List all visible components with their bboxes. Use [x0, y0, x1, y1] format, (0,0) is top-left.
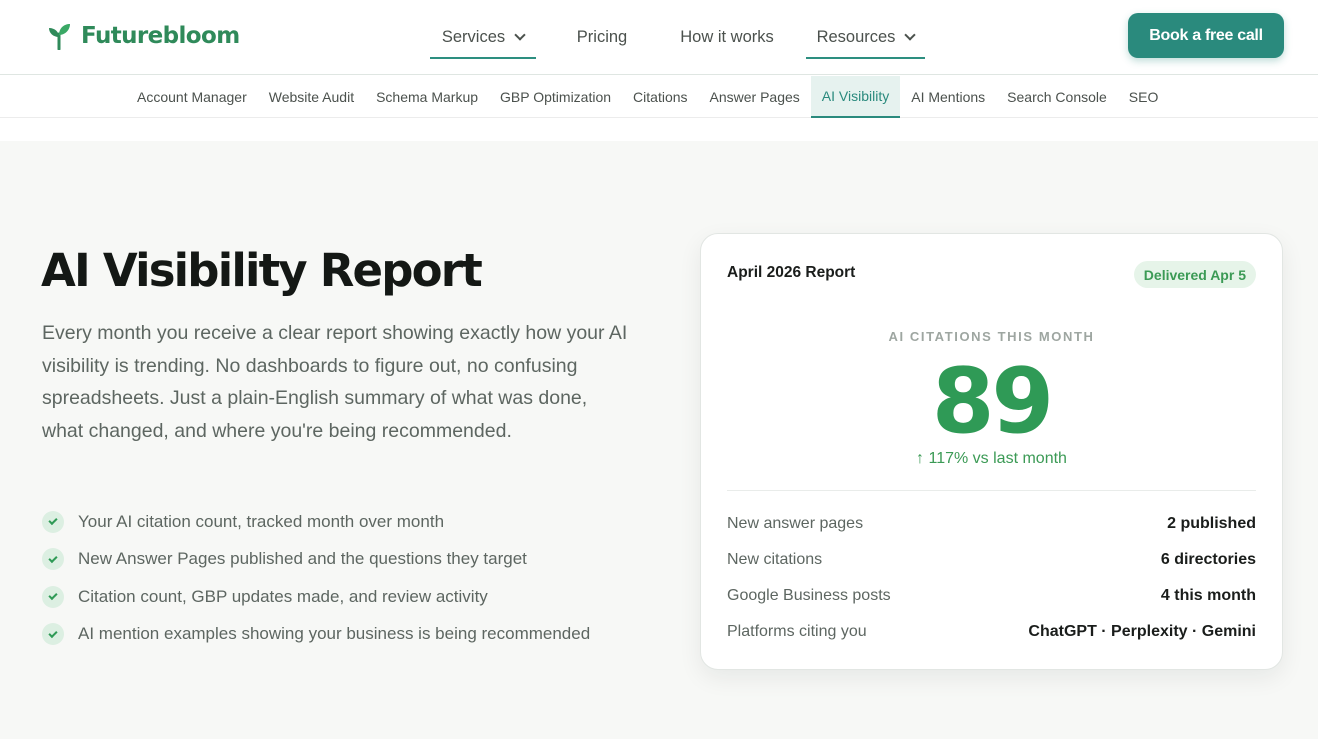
list-item: New Answer Pages published and the quest… — [42, 541, 590, 579]
report-stats: New answer pages 2 published New citatio… — [727, 506, 1256, 650]
feature-list: Your AI citation count, tracked month ov… — [42, 503, 590, 653]
stat-row: Google Business posts 4 this month — [727, 578, 1256, 614]
page-title: AI Visibility Report — [41, 244, 483, 297]
list-item: Your AI citation count, tracked month ov… — [42, 503, 590, 541]
nav-pricing[interactable]: Pricing — [536, 0, 668, 75]
sprout-icon — [49, 24, 70, 50]
feature-text: AI mention examples showing your busines… — [78, 624, 591, 644]
status-badge: Delivered Apr 5 — [1133, 261, 1256, 288]
stat-row: New answer pages 2 published — [727, 506, 1256, 542]
hero-description: Every month you receive a clear report s… — [42, 322, 628, 442]
nav-pricing-label: Pricing — [576, 28, 628, 46]
report-card: April 2026 Report Delivered Apr 5 AI CIT… — [700, 233, 1283, 670]
subnav-item-seo[interactable]: SEO — [1118, 76, 1170, 118]
subnav-item-gbp-optimization[interactable]: GBP Optimization — [489, 76, 622, 118]
stat-label: Platforms citing you — [727, 623, 867, 640]
stat-value: 4 this month — [1160, 587, 1256, 604]
metric-label: AI CITATIONS THIS MONTH — [888, 329, 1095, 344]
chevron-down-icon — [904, 29, 917, 41]
nav-how-it-works-label: How it works — [680, 28, 774, 46]
stat-label: New answer pages — [727, 515, 864, 532]
stat-value: ChatGPT · Perplexity · Gemini — [1028, 623, 1256, 640]
feature-text: New Answer Pages published and the quest… — [78, 549, 527, 569]
subnav-item-search-console[interactable]: Search Console — [996, 76, 1118, 118]
check-icon — [42, 510, 64, 533]
brand-logo[interactable]: Futurebloom — [47, 22, 240, 50]
stat-value: 6 directories — [1160, 551, 1256, 568]
report-title: April 2026 Report — [727, 264, 856, 281]
feature-text: Citation count, GBP updates made, and re… — [78, 586, 488, 606]
divider — [727, 490, 1256, 491]
nav-services[interactable]: Services — [430, 0, 536, 75]
nav-resources[interactable]: Resources — [806, 0, 925, 75]
subnav-item-account-manager[interactable]: Account Manager — [126, 76, 258, 118]
subnav-item-website-audit[interactable]: Website Audit — [258, 76, 365, 118]
stat-row: Platforms citing you ChatGPT · Perplexit… — [727, 614, 1256, 650]
check-icon — [42, 623, 64, 646]
services-subnav: Account Manager Website Audit Schema Mar… — [0, 76, 1318, 118]
subnav-item-citations[interactable]: Citations — [622, 76, 698, 118]
top-navigation: Futurebloom Services Pricing How it work… — [0, 0, 1318, 75]
subnav-item-schema-markup[interactable]: Schema Markup — [365, 76, 489, 118]
book-free-call-button[interactable]: Book a free call — [1128, 13, 1284, 58]
nav-resources-label: Resources — [816, 28, 896, 46]
list-item: Citation count, GBP updates made, and re… — [42, 578, 590, 616]
metric-value: 89 — [931, 349, 1054, 454]
nav-how-it-works[interactable]: How it works — [668, 0, 786, 75]
check-icon — [42, 585, 64, 608]
subnav-item-answer-pages[interactable]: Answer Pages — [699, 76, 811, 118]
stat-label: New citations — [727, 551, 823, 568]
subnav-item-ai-mentions[interactable]: AI Mentions — [900, 76, 996, 118]
feature-text: Your AI citation count, tracked month ov… — [78, 511, 445, 531]
stat-label: Google Business posts — [727, 587, 891, 604]
stat-value: 2 published — [1167, 515, 1256, 532]
chevron-down-icon — [514, 29, 526, 41]
subnav-item-ai-visibility[interactable]: AI Visibility — [810, 76, 901, 118]
list-item: AI mention examples showing your busines… — [42, 616, 590, 654]
nav-services-label: Services — [441, 28, 506, 46]
metric-change: ↑ 117% vs last month — [916, 450, 1067, 467]
brand-name: Futurebloom — [81, 23, 240, 49]
stat-row: New citations 6 directories — [727, 542, 1256, 578]
check-icon — [42, 548, 64, 571]
main-nav: Services Pricing How it works Resources — [430, 0, 925, 75]
